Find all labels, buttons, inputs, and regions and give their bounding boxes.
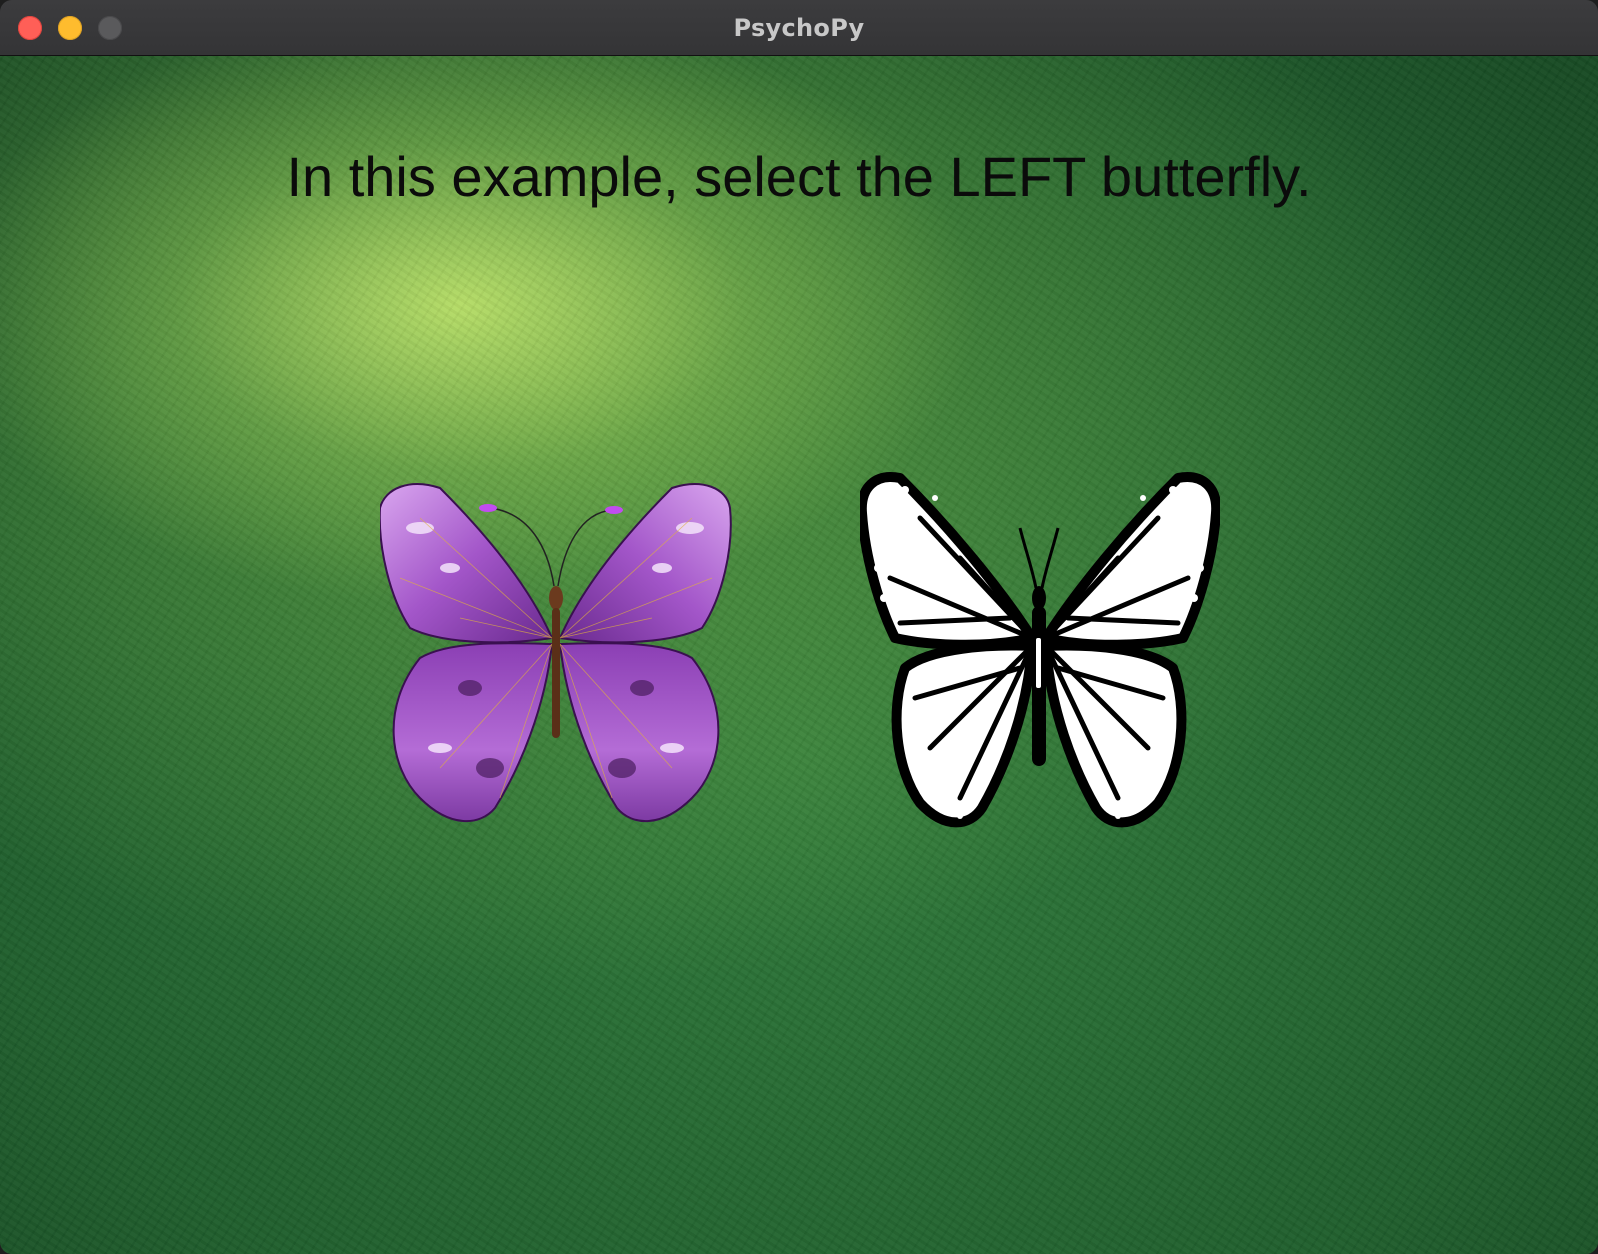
window-title: PsychoPy — [733, 14, 865, 42]
experiment-stage[interactable]: In this example, select the LEFT butterf… — [0, 56, 1598, 1254]
instruction-text: In this example, select the LEFT butterf… — [286, 145, 1312, 208]
psychopy-window: PsychoPy In this example, select the LEF… — [0, 0, 1598, 1254]
butterfly-monarch-outline-icon[interactable] — [860, 468, 1220, 834]
butterfly-purple-icon[interactable] — [380, 468, 740, 834]
title-bar[interactable]: PsychoPy — [0, 0, 1598, 56]
